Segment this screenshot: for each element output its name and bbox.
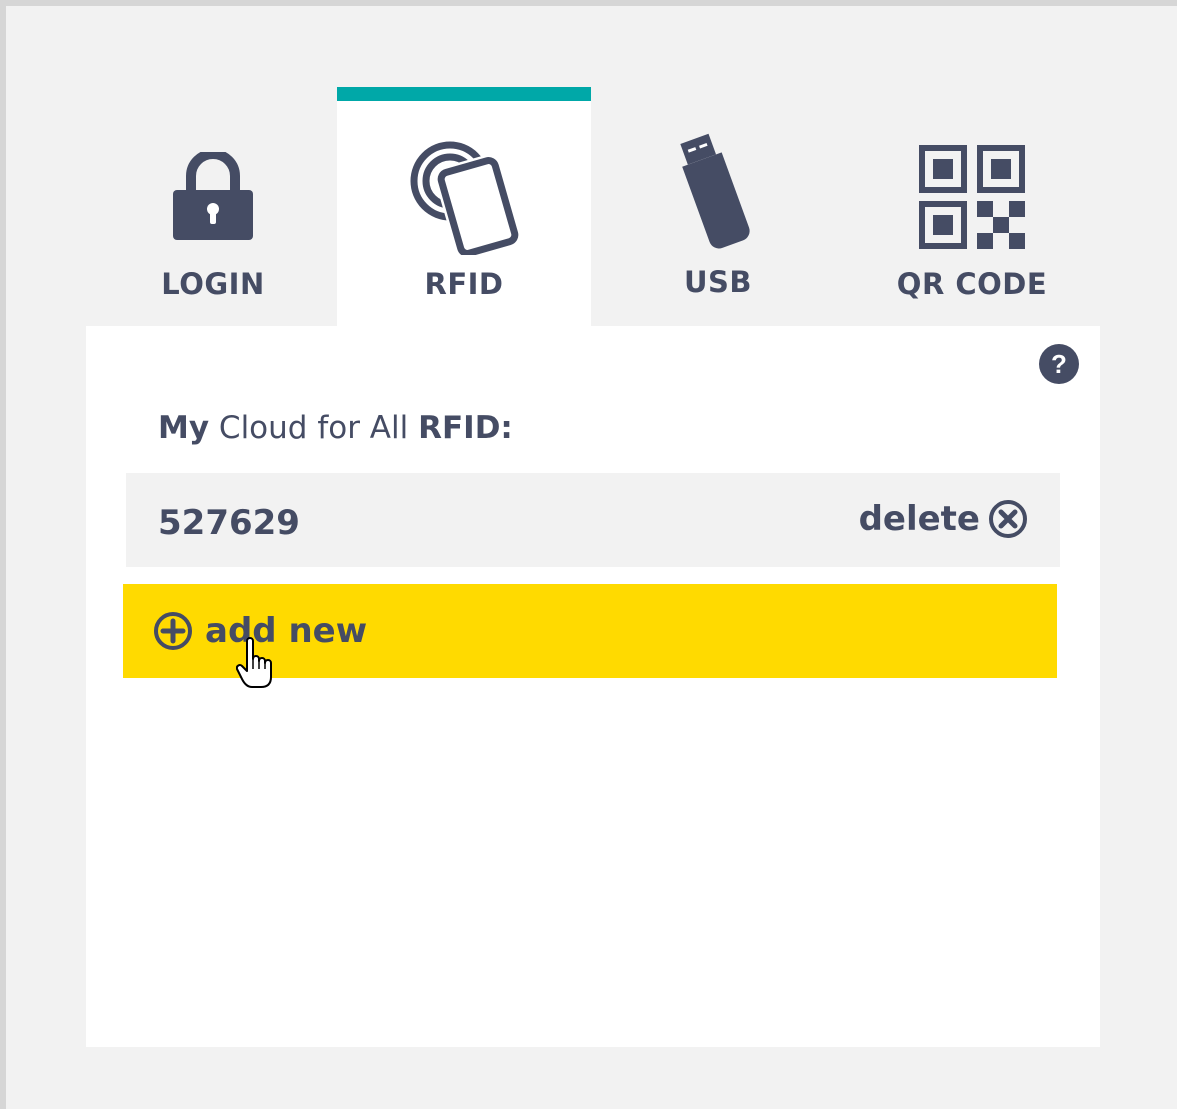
qr-code-icon: [919, 145, 1025, 249]
tab-label: QR CODE: [896, 267, 1048, 301]
tab-label: RFID: [424, 267, 504, 301]
add-new-label: add new: [205, 611, 368, 651]
hand-cursor-icon: [236, 637, 272, 688]
title-my: My: [158, 410, 210, 446]
usb-stick-icon: [680, 133, 750, 249]
title-rfid: RFID:: [418, 410, 513, 446]
close-circle-icon: [989, 500, 1027, 538]
panel-title: My Cloud for All RFID:: [158, 410, 513, 446]
delete-label: delete: [858, 499, 980, 539]
lock-icon: [173, 152, 253, 240]
delete-button[interactable]: delete: [859, 499, 1028, 539]
tab-label: USB: [683, 265, 753, 299]
rfid-card-icon: [410, 141, 521, 255]
tab-usb[interactable]: USB: [591, 87, 845, 327]
help-icon[interactable]: ?: [1039, 344, 1079, 384]
title-middle: Cloud for All: [218, 410, 409, 446]
active-tab-indicator: [337, 87, 591, 101]
tab-qr-code[interactable]: QR CODE: [845, 87, 1099, 327]
rfid-entry-row: 527629 delete: [126, 473, 1060, 567]
rfid-value: 527629: [158, 503, 300, 543]
tab-login[interactable]: LOGIN: [86, 87, 340, 327]
svg-text:?: ?: [1051, 349, 1067, 379]
tab-rfid[interactable]: RFID: [337, 87, 591, 327]
plus-circle-icon: [154, 612, 192, 650]
tab-label: LOGIN: [161, 267, 265, 301]
